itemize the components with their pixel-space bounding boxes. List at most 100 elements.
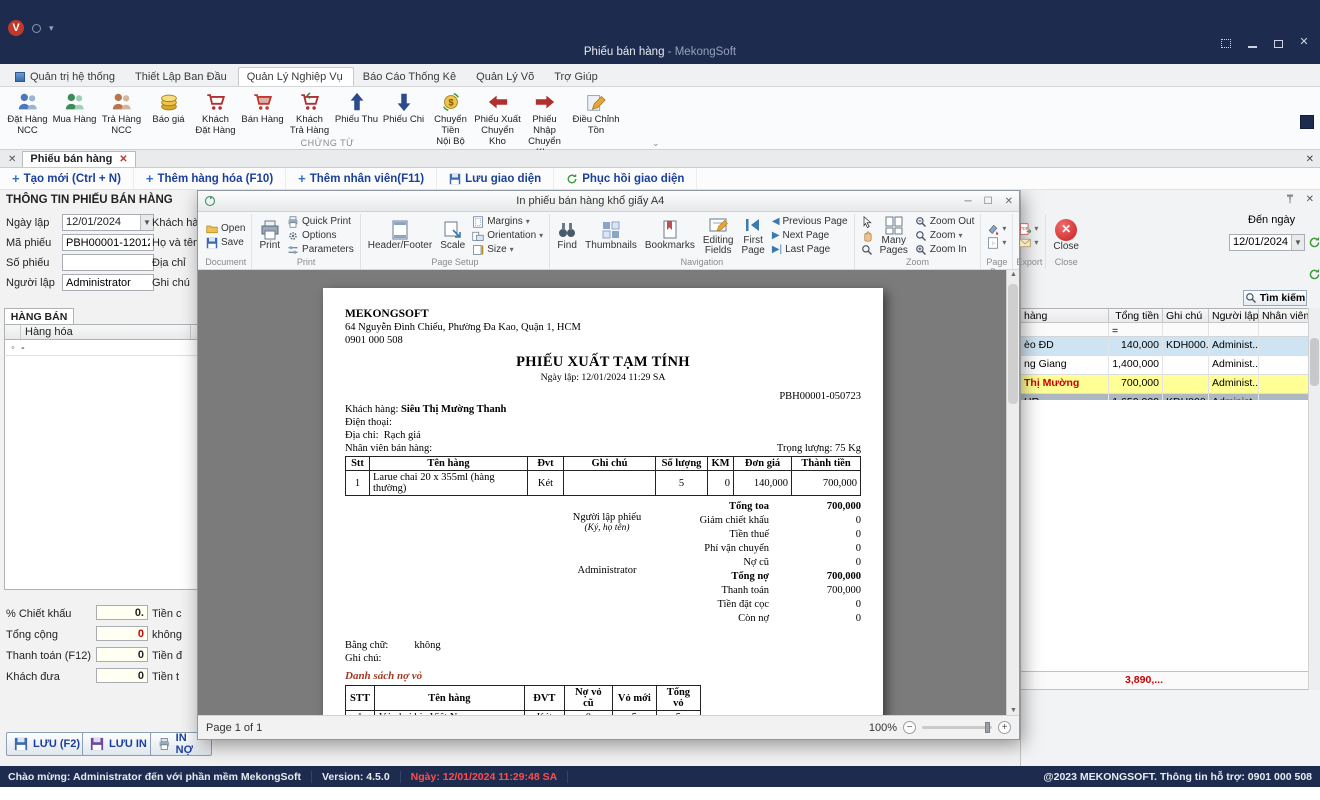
magnifier-tool[interactable] (858, 243, 876, 257)
khach-dua-input[interactable]: 0 (96, 668, 148, 683)
hand-tool[interactable] (858, 229, 876, 243)
scale-button[interactable]: Scale (436, 220, 469, 252)
tab-thiet-lap-ban-dau[interactable]: Thiết Lập Ban Đầu (126, 67, 238, 86)
tab-quan-ly-nghiep-vu[interactable]: Quản Lý Nghiệp Vụ (238, 67, 354, 86)
header-footer-button[interactable]: Header/Footer (364, 220, 436, 252)
tab-bao-cao-thong-ke[interactable]: Báo Cáo Thống Kê (354, 67, 467, 86)
den-ngay-combo[interactable]: 12/01/2024 ▼ (1229, 234, 1305, 251)
dialog-titlebar[interactable]: In phiếu bán hàng khổ giấy A4 ─ ☐ ✕ (198, 191, 1019, 212)
so-phieu-input[interactable] (62, 254, 154, 271)
mua-hang-button[interactable]: Mua Hàng (51, 90, 98, 126)
column-hang-hoa[interactable]: Hàng hóa (21, 325, 191, 339)
minimize-icon[interactable] (1246, 38, 1258, 48)
them-hang-hoa-button[interactable]: +Thêm hàng hóa (F10) (134, 168, 286, 189)
luu-giao-dien-button[interactable]: Lưu giao diện (437, 168, 554, 189)
close-tab-icon[interactable]: ✕ (4, 154, 22, 167)
many-pages-button[interactable]: Many Pages (876, 215, 912, 257)
column-tong-tien[interactable]: Tổng tiền (1109, 309, 1163, 322)
column-ghi-chu[interactable]: Ghi chú (1163, 309, 1209, 322)
chiet-khau-input[interactable]: 0. (96, 605, 148, 620)
maximize-icon[interactable] (1272, 38, 1284, 48)
phieu-nhap-chuyen-kho-button[interactable]: Phiếu Nhập Chuyển Kho (521, 90, 568, 159)
margins-button[interactable]: Margins▾ (469, 215, 546, 229)
quick-access-dropdown-icon[interactable]: ▾ (49, 23, 54, 34)
ngay-lap-combo[interactable]: 12/01/2024 ▼ (62, 214, 154, 231)
tabbar-close-icon[interactable]: ✕ (1306, 154, 1314, 165)
column-nguoi-lap[interactable]: Người lập (1209, 309, 1259, 322)
tim-kiem-button[interactable]: Tìm kiếm (1243, 290, 1307, 306)
last-page-button[interactable]: ▶|Last Page (769, 243, 851, 257)
dieu-chinh-ton-button[interactable]: Điều Chỉnh Tồn (568, 90, 624, 137)
luu-in-button[interactable]: LƯU IN (82, 732, 155, 756)
nguoi-lap-input[interactable] (62, 274, 154, 291)
close-preview-button[interactable]: ✕ Close (1049, 219, 1083, 253)
tra-hang-ncc-button[interactable]: Trả Hàng NCC (98, 90, 145, 137)
parameters-button[interactable]: Parameters (284, 243, 357, 257)
editing-fields-button[interactable]: Editing Fields (699, 215, 738, 257)
scroll-up-icon[interactable]: ▲ (1007, 271, 1019, 278)
chevron-down-icon[interactable]: ▼ (1291, 235, 1304, 250)
open-button[interactable]: Open (203, 222, 248, 236)
tab-hang-ban[interactable]: HÀNG BÁN (4, 308, 74, 324)
bookmarks-button[interactable]: Bookmarks (641, 220, 699, 252)
zoom-slider-thumb[interactable] (985, 722, 990, 733)
tong-cong-input[interactable]: 0 (96, 626, 148, 641)
luu-button[interactable]: LƯU (F2) (6, 732, 88, 756)
zoom-in-button[interactable]: Zoom In (912, 243, 977, 257)
dat-hang-ncc-button[interactable]: Đặt Hàng NCC (4, 90, 51, 137)
grid-header-row[interactable]: hàng Tổng tiền Ghi chú Người lập Nhân vi… (1021, 308, 1309, 323)
table-row[interactable]: Thị Mường 700,000 Administ... (1021, 375, 1309, 394)
previous-page-button[interactable]: ◀Previous Page (769, 215, 851, 229)
table-row[interactable]: èo ĐD 140,000 KDH000... Administ... (1021, 337, 1309, 356)
scrollbar[interactable] (1308, 308, 1320, 690)
tab-tro-giup[interactable]: Trợ Giúp (545, 67, 608, 86)
find-button[interactable]: Find (553, 220, 581, 252)
column-nhan-vien[interactable]: Nhân viên (1259, 309, 1309, 322)
watermark-button[interactable]: A▾ (984, 236, 1009, 250)
panel-toggle-button[interactable] (1300, 115, 1314, 129)
export-to-button[interactable]: PDF▾ (1016, 222, 1041, 236)
page-color-button[interactable]: ▾ (984, 222, 1009, 236)
next-page-button[interactable]: ▶Next Page (769, 229, 851, 243)
pin-icon[interactable] (1284, 193, 1296, 205)
quick-print-button[interactable]: Quick Print (284, 215, 357, 229)
tab-close-icon[interactable]: ✕ (119, 154, 127, 165)
phuc-hoi-giao-dien-button[interactable]: Phục hồi giao diện (554, 168, 697, 189)
khach-dat-hang-button[interactable]: Khách Đặt Hàng (192, 90, 239, 137)
refresh-icon[interactable] (1308, 236, 1320, 249)
email-as-button[interactable]: ▾ (1016, 236, 1041, 250)
pointer-tool[interactable] (858, 215, 876, 229)
table-row[interactable]: ng Giang 1,400,000 Administ... (1021, 356, 1309, 375)
phieu-chi-button[interactable]: Phiếu Chi (380, 90, 427, 126)
scrollbar-thumb[interactable] (1310, 338, 1319, 386)
ribbon-group-chevron-icon[interactable]: ⌄ (652, 138, 660, 149)
refresh-icon[interactable] (1308, 268, 1320, 281)
dialog-close-icon[interactable]: ✕ (1005, 196, 1013, 207)
column-khach-hang[interactable]: hàng (1021, 309, 1109, 322)
save-button[interactable]: Save (203, 236, 248, 250)
ma-phieu-input[interactable] (62, 234, 154, 251)
scrollbar[interactable]: ▲ ▼ (1006, 270, 1019, 715)
fullscreen-icon[interactable] (1220, 38, 1232, 48)
first-page-button[interactable]: First Page (737, 215, 768, 257)
phieu-thu-button[interactable]: Phiếu Thu (333, 90, 380, 126)
zoom-slider[interactable] (922, 726, 992, 729)
ban-hang-button[interactable]: Bán Hàng (239, 90, 286, 126)
scroll-down-icon[interactable]: ▼ (1007, 707, 1019, 714)
grid-empty-area[interactable] (1021, 400, 1309, 672)
scrollbar-thumb[interactable] (1008, 284, 1018, 404)
tao-moi-button[interactable]: +Tạo mới (Ctrl + N) (0, 168, 134, 189)
orientation-button[interactable]: Orientation▾ (469, 229, 546, 243)
panel-close-icon[interactable]: ✕ (1306, 194, 1314, 205)
them-nhan-vien-button[interactable]: +Thêm nhân viên(F11) (286, 168, 437, 189)
thumbnails-button[interactable]: Thumbnails (581, 220, 641, 252)
app-logo-icon[interactable]: V (8, 20, 24, 36)
options-button[interactable]: Options (284, 229, 357, 243)
print-button[interactable]: Print (255, 220, 284, 252)
quick-access-icon[interactable] (32, 24, 41, 33)
tab-phieu-ban-hang[interactable]: Phiếu bán hàng ✕ (22, 151, 135, 167)
thanh-toan-input[interactable]: 0 (96, 647, 148, 662)
filter-operator[interactable]: = (1109, 323, 1163, 336)
grid-filter-row[interactable]: = (1021, 323, 1309, 337)
dialog-maximize-icon[interactable]: ☐ (984, 196, 993, 207)
